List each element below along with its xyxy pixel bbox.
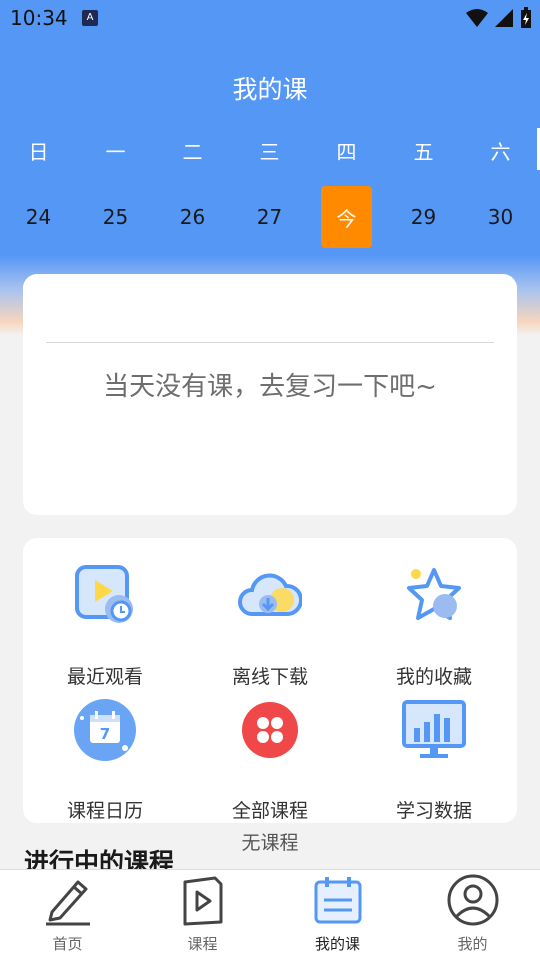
status-icons [466,7,532,29]
weekday-label: 二 [182,139,203,164]
function-label: 最近观看 [66,666,143,688]
page-title: 我的课 [232,75,308,104]
date-cell[interactable]: 24 [0,186,77,248]
course-calendar-icon: 7 [74,699,136,761]
recent-watch-button[interactable]: 最近观看 [23,564,187,688]
date-cell-today[interactable]: 今 [308,186,385,248]
weekday-label: 五 [413,139,434,164]
tab-label: 我的 [457,935,488,953]
function-label: 课程日历 [66,800,143,822]
date-cell[interactable]: 29 [385,186,462,248]
signal-icon [495,9,513,27]
favorites-button[interactable]: 我的收藏 [352,564,516,688]
tab-label: 首页 [52,935,83,953]
date-row: 24 25 26 27 今 29 30 [0,186,540,248]
function-grid: 最近观看 离线下载 我的收藏 7 课程日历 全部课程 学习数据 [23,538,517,823]
function-label: 学习数据 [395,800,472,822]
date-cell[interactable]: 25 [77,186,154,248]
tab-label: 我的课 [314,935,360,953]
offline-download-icon [238,573,302,616]
date-cell[interactable]: 26 [154,186,231,248]
weekday-label: 四 [336,139,357,164]
notification-icon: A [82,10,98,26]
weekday-label: 日 [28,139,49,164]
in-progress-section-title: 进行中的课程 [24,848,175,870]
empty-schedule-message: 当天没有课，去复习一下吧~ [103,372,437,402]
function-label: 我的收藏 [395,666,472,688]
study-data-button[interactable]: 学习数据 [352,698,516,822]
bottom-tab-bar: 首页 课程 我的课 我的 [0,869,540,960]
wifi-icon [466,9,488,27]
tab-label: 课程 [187,935,218,953]
card-divider [46,342,494,343]
all-courses-icon [242,702,298,758]
date-number: 27 [256,205,283,229]
recent-watch-icon [75,565,133,623]
weekday-label: 一 [105,139,126,164]
profile-icon [447,874,499,926]
study-data-icon [402,700,466,758]
function-label: 全部课程 [231,800,308,822]
svg-text:7: 7 [100,725,110,743]
date-number: 26 [179,205,206,229]
schedule-card: 当天没有课，去复习一下吧~ [23,274,517,515]
tab-my-class[interactable]: 我的课 [270,870,405,960]
date-cell[interactable]: 27 [231,186,308,248]
all-courses-button[interactable]: 全部课程 [188,698,352,822]
date-number: 29 [410,205,437,229]
offline-download-button[interactable]: 离线下载 [188,564,352,688]
tab-course[interactable]: 课程 [135,870,270,960]
weekday-label: 三 [259,139,280,164]
status-bar: 10:34 A [0,0,540,36]
tab-home[interactable]: 首页 [0,870,135,960]
date-number: 30 [487,205,514,229]
date-number: 24 [25,205,52,229]
date-cell[interactable]: 30 [462,186,539,248]
weekday-label: 六 [490,139,511,164]
tab-profile[interactable]: 我的 [405,870,540,960]
battery-icon [521,7,531,28]
my-class-calendar-icon [314,877,362,924]
course-play-icon [183,876,223,926]
home-pencil-icon [46,880,90,926]
favorites-star-icon [407,568,461,620]
course-calendar-button[interactable]: 7 课程日历 [23,698,187,822]
function-label: 离线下载 [231,666,308,688]
today-badge: 今 [321,186,372,248]
weekday-row: 日 一 二 三 四 五 六 [0,136,540,164]
status-time: 10:34 [10,6,68,30]
date-number: 25 [102,205,129,229]
